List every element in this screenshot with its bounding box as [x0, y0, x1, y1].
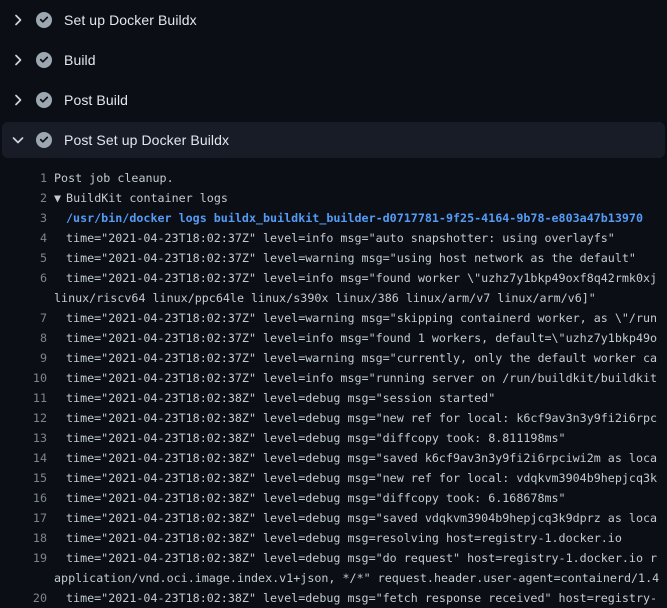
log-row: 18 time="2021-04-23T18:02:38Z" level=debu…: [0, 528, 667, 548]
log-row: linux/riscv64 linux/ppc64le linux/s390x …: [0, 288, 667, 308]
line-number[interactable]: 3: [0, 211, 47, 225]
check-circle-icon: [36, 12, 52, 28]
log-row: 20 time="2021-04-23T18:02:38Z" level=debu…: [0, 588, 667, 608]
log-row: 8 time="2021-04-23T18:02:37Z" level=info …: [0, 328, 667, 348]
log-line-text: time="2021-04-23T18:02:37Z" level=info m…: [66, 231, 615, 245]
log-line-text: time="2021-04-23T18:02:38Z" level=debug …: [66, 411, 657, 425]
log-line-text: time="2021-04-23T18:02:38Z" level=debug …: [66, 591, 657, 605]
log-line-text: time="2021-04-23T18:02:38Z" level=debug …: [66, 391, 495, 405]
log-row: 7 time="2021-04-23T18:02:37Z" level=warni…: [0, 308, 667, 328]
log-line-text: time="2021-04-23T18:02:37Z" level=warnin…: [66, 251, 636, 265]
line-number[interactable]: 10: [0, 371, 47, 385]
chevron-right-icon: [10, 12, 26, 28]
log-line-text: time="2021-04-23T18:02:37Z" level=info m…: [66, 371, 657, 385]
log-row: 12 time="2021-04-23T18:02:38Z" level=debu…: [0, 408, 667, 428]
log-row: 17 time="2021-04-23T18:02:38Z" level=debu…: [0, 508, 667, 528]
log-row: 19 time="2021-04-23T18:02:38Z" level=debu…: [0, 548, 667, 568]
log-line-text: time="2021-04-23T18:02:37Z" level=info m…: [66, 271, 657, 285]
log-row: 1 Post job cleanup.: [0, 168, 667, 188]
log-row: 13 time="2021-04-23T18:02:38Z" level=debu…: [0, 428, 667, 448]
chevron-right-icon: [10, 92, 26, 108]
line-number[interactable]: 4: [0, 231, 47, 245]
step-row-post-build[interactable]: Post Build: [0, 80, 667, 120]
log-line-text: time="2021-04-23T18:02:38Z" level=debug …: [66, 471, 657, 485]
chevron-down-icon: [10, 132, 26, 148]
log-line-text: Post job cleanup.: [54, 171, 174, 185]
line-number[interactable]: 6: [0, 271, 47, 285]
log-row: 3/usr/bin/docker logs buildx_buildkit_bu…: [0, 208, 667, 228]
line-number[interactable]: 1: [0, 171, 47, 185]
log-row: 16 time="2021-04-23T18:02:38Z" level=debu…: [0, 488, 667, 508]
line-number[interactable]: 5: [0, 251, 47, 265]
log-row: 5 time="2021-04-23T18:02:37Z" level=warni…: [0, 248, 667, 268]
line-number[interactable]: 9: [0, 351, 47, 365]
log-row: 11 time="2021-04-23T18:02:38Z" level=debu…: [0, 388, 667, 408]
line-number[interactable]: 16: [0, 491, 47, 505]
step-label: Post Set up Docker Buildx: [64, 132, 229, 148]
line-number[interactable]: 12: [0, 411, 47, 425]
log-group-toggle-icon[interactable]: ▼: [54, 191, 61, 205]
step-label: Build: [64, 52, 96, 68]
line-number[interactable]: 7: [0, 311, 47, 325]
log-row: 9 time="2021-04-23T18:02:37Z" level=warni…: [0, 348, 667, 368]
line-number[interactable]: 13: [0, 431, 47, 445]
step-row-set-up-docker-buildx[interactable]: Set up Docker Buildx: [0, 0, 667, 40]
step-row-post-set-up-docker-buildx[interactable]: Post Set up Docker Buildx: [2, 122, 665, 158]
check-circle-icon: [36, 132, 52, 148]
log-line-text: time="2021-04-23T18:02:37Z" level=warnin…: [66, 311, 657, 325]
log-line-text: linux/riscv64 linux/ppc64le linux/s390x …: [54, 291, 596, 305]
actions-log-viewer: Set up Docker Buildx Build Post Build Post …: [0, 0, 667, 608]
log-row: 14 time="2021-04-23T18:02:38Z" level=debu…: [0, 448, 667, 468]
line-number[interactable]: 15: [0, 471, 47, 485]
line-number[interactable]: 17: [0, 511, 47, 525]
log-command-text: /usr/bin/docker logs buildx_buildkit_bui…: [66, 211, 643, 225]
line-number[interactable]: 2: [0, 191, 47, 205]
line-number[interactable]: 14: [0, 451, 47, 465]
log-row: application/vnd.oci.image.index.v1+json,…: [0, 568, 667, 588]
log-line-text: time="2021-04-23T18:02:38Z" level=debug …: [66, 511, 657, 525]
step-label: Post Build: [64, 92, 128, 108]
log-line-text: time="2021-04-23T18:02:37Z" level=warnin…: [66, 351, 657, 365]
line-number[interactable]: 20: [0, 591, 47, 605]
steps-list: Set up Docker Buildx Build Post Build Post …: [0, 0, 667, 158]
line-number[interactable]: 19: [0, 551, 47, 565]
log-line-text: time="2021-04-23T18:02:37Z" level=info m…: [66, 331, 657, 345]
log-row: 2 ▼ BuildKit container logs: [0, 188, 667, 208]
step-row-build[interactable]: Build: [0, 40, 667, 80]
log-line-text: time="2021-04-23T18:02:38Z" level=debug …: [66, 551, 657, 565]
log-row: 6 time="2021-04-23T18:02:37Z" level=info …: [0, 268, 667, 288]
check-circle-icon: [36, 92, 52, 108]
line-number[interactable]: 18: [0, 531, 47, 545]
log-line-text: time="2021-04-23T18:02:38Z" level=debug …: [66, 491, 566, 505]
line-number[interactable]: 11: [0, 391, 47, 405]
log-line-text: application/vnd.oci.image.index.v1+json,…: [54, 571, 659, 585]
line-number[interactable]: 8: [0, 331, 47, 345]
step-label: Set up Docker Buildx: [64, 12, 197, 28]
log-row: 4 time="2021-04-23T18:02:37Z" level=info …: [0, 228, 667, 248]
log-row: 10 time="2021-04-23T18:02:37Z" level=info…: [0, 368, 667, 388]
log-line-text: BuildKit container logs: [66, 191, 228, 205]
log-row: 15 time="2021-04-23T18:02:38Z" level=debu…: [0, 468, 667, 488]
chevron-right-icon: [10, 52, 26, 68]
log-line-text: time="2021-04-23T18:02:38Z" level=debug …: [66, 431, 566, 445]
log-area[interactable]: 1 Post job cleanup. 2 ▼ BuildKit container l…: [0, 160, 667, 608]
log-line-text: time="2021-04-23T18:02:38Z" level=debug …: [66, 451, 657, 465]
check-circle-icon: [36, 52, 52, 68]
log-line-text: time="2021-04-23T18:02:38Z" level=debug …: [66, 531, 622, 545]
